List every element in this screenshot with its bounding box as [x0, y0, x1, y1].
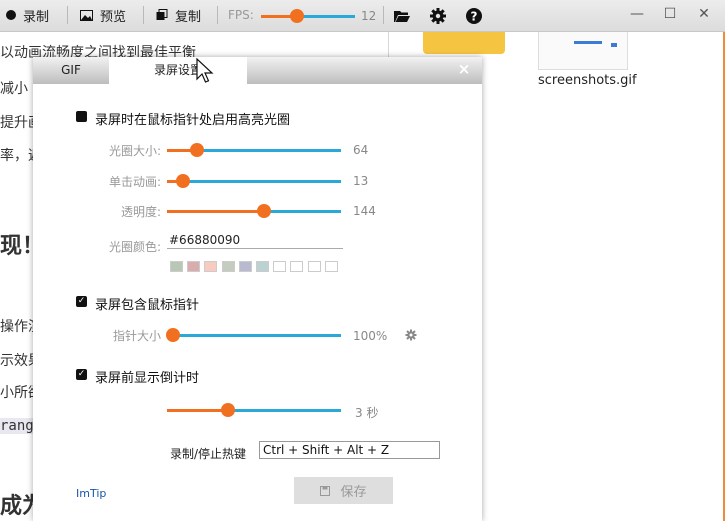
highlight-checkbox[interactable]	[76, 111, 87, 122]
window-close-button[interactable]: ✕	[694, 4, 714, 24]
toolbar-separator	[143, 6, 144, 24]
color-swatch[interactable]	[324, 261, 338, 272]
record-icon	[6, 10, 16, 20]
file-name-label[interactable]: screenshots.gif	[538, 73, 637, 88]
tab-recording-settings[interactable]: 录屏设置	[109, 57, 247, 84]
countdown-value: 3 秒	[355, 406, 379, 420]
settings-dialog: GIF 录屏设置 × 录屏时在鼠标指针处启用高亮光圈 光圈大小: 64 单击动画…	[33, 57, 482, 521]
color-swatch[interactable]	[290, 261, 304, 272]
color-swatch[interactable]	[187, 261, 201, 272]
slider-thumb[interactable]	[166, 328, 180, 342]
pointer-settings-gear-icon[interactable]	[405, 329, 417, 341]
opacity-value: 144	[353, 204, 376, 218]
record-label: 录制	[23, 9, 50, 25]
countdown-slider[interactable]	[167, 403, 341, 417]
click-animation-value: 13	[353, 174, 369, 188]
color-swatch[interactable]	[256, 261, 269, 272]
toolbar-separator	[67, 6, 68, 24]
halo-size-value: 64	[353, 143, 369, 157]
pointer-size-label: 指针大小	[112, 329, 161, 343]
pointer-size-slider[interactable]	[166, 328, 341, 342]
mouse-cursor-icon	[196, 58, 214, 83]
color-swatch[interactable]	[307, 261, 321, 272]
countdown-checkbox[interactable]: ✓	[76, 369, 87, 380]
halo-size-label: 光圈大小:	[108, 144, 161, 158]
help-icon[interactable]: ?	[465, 7, 483, 25]
click-animation-slider[interactable]	[167, 174, 341, 188]
color-swatch[interactable]	[273, 261, 287, 272]
opacity-slider[interactable]	[167, 204, 341, 218]
color-swatch[interactable]	[170, 261, 183, 272]
slider-thumb[interactable]	[189, 143, 204, 157]
save-button[interactable]: 保存	[294, 477, 393, 504]
image-icon	[80, 9, 93, 21]
halo-color-label: 光圈颜色:	[108, 240, 161, 254]
color-swatch[interactable]	[204, 261, 218, 272]
copy-label: 复制	[175, 9, 202, 25]
halo-color-input[interactable]	[167, 232, 343, 249]
save-label: 保存	[340, 485, 367, 500]
slider-thumb[interactable]	[175, 174, 190, 188]
recorder-toolbar: 录制 预览 复制 FPS: 12 ? — ☐ ✕	[0, 0, 725, 32]
toolbar-separator	[383, 6, 384, 24]
background-line: 减小	[0, 81, 28, 97]
opacity-label: 透明度:	[120, 205, 161, 219]
click-animation-label: 单击动画:	[108, 175, 161, 189]
hotkey-input[interactable]	[259, 441, 440, 459]
gear-icon[interactable]	[429, 7, 447, 25]
folder-open-icon[interactable]	[393, 7, 411, 25]
slider-thumb[interactable]	[257, 204, 272, 218]
dialog-close-button[interactable]: ×	[456, 61, 472, 77]
preview-label: 预览	[100, 9, 127, 25]
fps-slider[interactable]	[261, 9, 355, 23]
slider-fill	[167, 409, 228, 412]
countdown-label: 录屏前显示倒计时	[95, 371, 200, 386]
gif-thumbnail[interactable]	[538, 30, 628, 70]
halo-size-slider[interactable]	[167, 143, 341, 157]
record-button[interactable]: 录制	[6, 5, 49, 25]
dialog-tab-bar: GIF 录屏设置 ×	[33, 57, 482, 84]
save-icon	[320, 485, 331, 496]
imtip-link[interactable]: ImTip	[76, 487, 106, 500]
copy-icon	[156, 9, 168, 20]
fps-label: FPS:	[228, 8, 254, 22]
preview-button[interactable]: 预览	[80, 5, 126, 25]
slider-thumb[interactable]	[220, 403, 235, 417]
color-swatch[interactable]	[221, 261, 235, 272]
folder-icon[interactable]	[423, 30, 505, 54]
maximize-button[interactable]: ☐	[660, 4, 680, 24]
slider-fill	[167, 210, 265, 213]
include-cursor-label: 录屏包含鼠标指针	[95, 298, 200, 313]
toolbar-separator	[217, 6, 218, 24]
hotkey-label: 录制/停止热键	[170, 447, 247, 461]
include-cursor-checkbox[interactable]: ✓	[76, 296, 87, 307]
pointer-size-value: 100%	[353, 329, 388, 343]
tab-gif[interactable]: GIF	[33, 57, 109, 84]
copy-button[interactable]: 复制	[156, 5, 201, 25]
fps-value: 12	[361, 9, 377, 23]
highlight-label: 录屏时在鼠标指针处启用高亮光圈	[95, 113, 291, 128]
svg-text:?: ?	[471, 10, 478, 24]
fps-slider-thumb[interactable]	[289, 9, 304, 23]
color-swatch[interactable]	[238, 261, 252, 272]
minimize-button[interactable]: —	[627, 4, 647, 24]
